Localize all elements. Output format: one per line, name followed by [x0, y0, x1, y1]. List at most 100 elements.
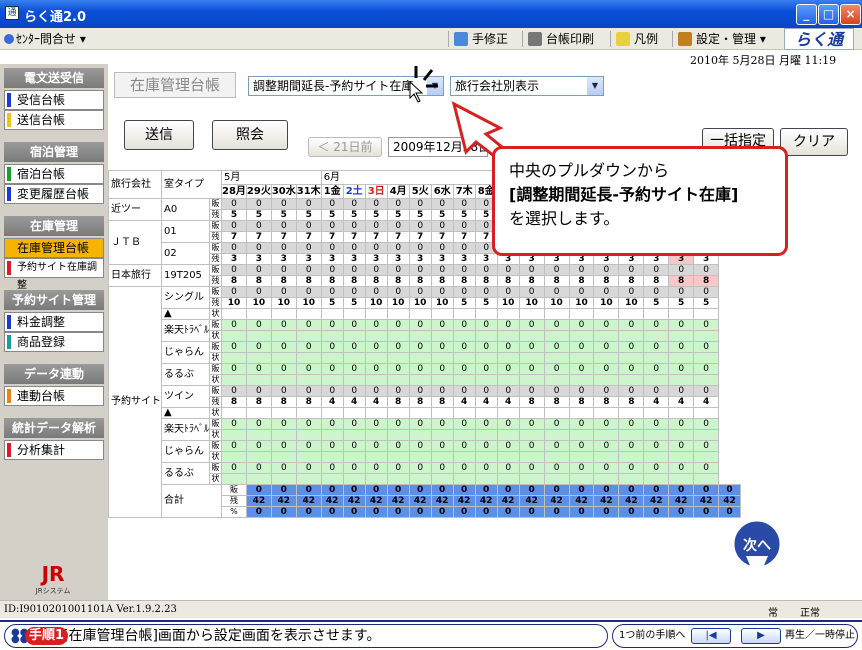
- value-cell: 0: [474, 264, 498, 276]
- value-cell: 0: [543, 286, 570, 298]
- value-cell: 8: [430, 396, 454, 408]
- value-cell: 0: [320, 363, 344, 375]
- value-cell: 0: [364, 198, 388, 210]
- table-row: ▲ 状: [109, 407, 741, 419]
- value-cell: [693, 407, 720, 419]
- value-cell: 10: [568, 297, 595, 309]
- app-icon: 通: [5, 6, 19, 20]
- value-cell: 0: [295, 440, 322, 452]
- sidebar-item-received-ledger[interactable]: 受信台帳: [4, 90, 104, 110]
- agent-view-dropdown[interactable]: 旅行会社別表示 ▼: [450, 76, 604, 96]
- close-button[interactable]: ×: [840, 4, 861, 25]
- day-header: 1金: [320, 184, 344, 199]
- value-cell: [342, 451, 366, 463]
- value-cell: 3: [452, 253, 476, 265]
- value-cell: [668, 473, 695, 485]
- value-cell: 0: [342, 220, 366, 232]
- inquiry-button[interactable]: 照会: [212, 120, 288, 150]
- value-cell: 0: [364, 385, 388, 397]
- table-row: じゃらん販 0 0 0 0 0 0 0 0 0 0 0 0 0 0 0 0 0 0 0 0 0: [109, 440, 741, 463]
- value-cell: 0: [221, 385, 247, 397]
- value-cell: [452, 308, 476, 320]
- room-type: ツイン: [161, 385, 210, 408]
- value-cell: 0: [270, 462, 297, 474]
- value-cell: [295, 407, 322, 419]
- value-cell: 0: [386, 506, 410, 518]
- row-kind: 状: [209, 330, 222, 342]
- value-cell: 8: [270, 275, 297, 287]
- value-cell: 0: [386, 198, 410, 210]
- sidebar-item-link-ledger[interactable]: 連動台帳: [4, 386, 104, 406]
- legend-button[interactable]: 凡例: [614, 30, 658, 48]
- maximize-button[interactable]: □: [818, 4, 839, 25]
- value-cell: 3: [221, 253, 247, 265]
- sidebar-item-price-adjust[interactable]: 料金調整: [4, 312, 104, 332]
- ledger-print-button[interactable]: 台帳印刷: [526, 30, 594, 48]
- value-cell: 0: [693, 341, 720, 353]
- value-cell: 0: [668, 440, 695, 452]
- prev-step-button[interactable]: |◀: [691, 628, 731, 644]
- value-cell: 8: [568, 275, 595, 287]
- wrench-icon: [678, 32, 692, 46]
- value-cell: [618, 330, 645, 342]
- value-cell: [408, 374, 432, 386]
- prev-21-days-button[interactable]: ＜ 21日前: [308, 137, 382, 157]
- value-cell: 0: [518, 506, 545, 518]
- value-cell: [364, 473, 388, 485]
- value-cell: [474, 374, 498, 386]
- sidebar-item-lodging-ledger[interactable]: 宿泊台帳: [4, 164, 104, 184]
- minimize-button[interactable]: _: [796, 4, 817, 25]
- send-button[interactable]: 送信: [124, 120, 194, 150]
- value-cell: 0: [543, 506, 570, 518]
- value-cell: 0: [568, 286, 595, 298]
- row-kind: 状: [209, 473, 222, 485]
- manual-edit-button[interactable]: 手修正: [452, 30, 508, 48]
- row-kind: 販: [209, 440, 222, 452]
- sidebar-item-inventory-ledger[interactable]: 在庫管理台帳: [4, 238, 104, 258]
- value-cell: 0: [643, 341, 670, 353]
- row-kind: 状: [209, 451, 222, 463]
- value-cell: [430, 330, 454, 342]
- center-contact-menu[interactable]: ｾﾝﾀｰ問合せ ▾: [2, 30, 86, 48]
- row-kind: 状: [209, 308, 222, 320]
- next-badge[interactable]: 次へ: [722, 516, 792, 586]
- value-cell: 0: [342, 484, 366, 496]
- value-cell: 0: [496, 385, 520, 397]
- value-cell: 0: [245, 385, 272, 397]
- value-cell: 0: [474, 440, 498, 452]
- row-kind: 状: [209, 352, 222, 364]
- value-cell: 0: [693, 264, 720, 276]
- value-cell: [568, 352, 595, 364]
- value-cell: 0: [342, 363, 366, 375]
- sidebar-item-change-history[interactable]: 変更履歴台帳: [4, 184, 104, 204]
- ledger-print-label: 台帳印刷: [546, 32, 595, 46]
- value-cell: 5: [342, 209, 366, 221]
- value-cell: 8: [295, 396, 322, 408]
- value-cell: [295, 374, 322, 386]
- value-cell: 0: [320, 220, 344, 232]
- value-cell: 7: [364, 231, 388, 243]
- value-cell: 8: [408, 275, 432, 287]
- col-header-room: 室タイプ: [161, 170, 222, 199]
- sidebar-item-sent-ledger[interactable]: 送信台帳: [4, 110, 104, 130]
- value-cell: 8: [386, 275, 410, 287]
- play-pause-button[interactable]: ▶: [741, 628, 781, 644]
- value-cell: 8: [593, 396, 620, 408]
- value-cell: [496, 429, 520, 441]
- settings-menu[interactable]: 設定・管理 ▾: [676, 30, 766, 48]
- value-cell: 0: [408, 440, 432, 452]
- sidebar-item-analysis[interactable]: 分析集計: [4, 440, 104, 460]
- value-cell: [643, 407, 670, 419]
- value-cell: 10: [386, 297, 410, 309]
- row-kind: 販: [209, 341, 222, 353]
- day-header: 3日: [364, 184, 388, 199]
- value-cell: [408, 330, 432, 342]
- value-cell: [618, 407, 645, 419]
- value-cell: 0: [364, 242, 388, 254]
- value-cell: 5: [452, 297, 476, 309]
- sidebar-item-product-register[interactable]: 商品登録: [4, 332, 104, 352]
- clear-button[interactable]: クリア: [780, 128, 848, 156]
- value-cell: [593, 374, 620, 386]
- sidebar-item-site-inventory-adjust[interactable]: 予約サイト在庫調整: [4, 258, 104, 291]
- value-cell: [342, 308, 366, 320]
